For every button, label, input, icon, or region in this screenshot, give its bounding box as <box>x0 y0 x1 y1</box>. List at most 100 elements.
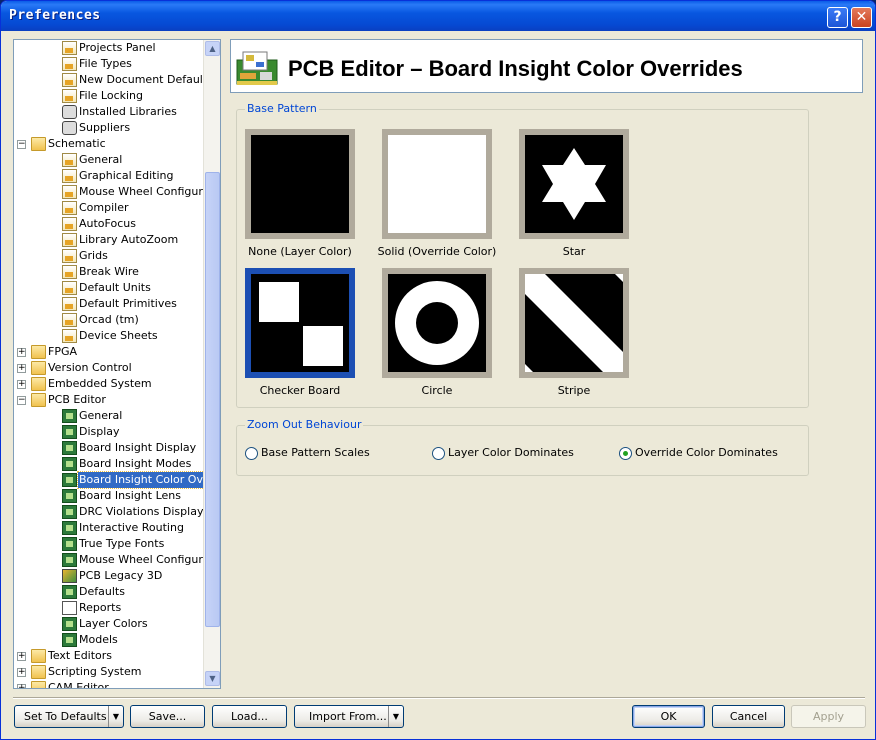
tree-item-label: Mouse Wheel Configuration <box>79 185 221 198</box>
chip-icon <box>62 633 77 647</box>
radio-button[interactable] <box>245 447 258 460</box>
tree-item-label: Graphical Editing <box>79 169 174 182</box>
radio-button[interactable] <box>432 447 445 460</box>
page-icon <box>62 73 77 87</box>
expand-icon[interactable]: + <box>17 652 26 661</box>
close-icon: ✕ <box>855 9 868 25</box>
page-icon <box>62 265 77 279</box>
import-from-button[interactable]: Import From... ▼ <box>294 705 404 728</box>
cancel-label: Cancel <box>729 710 768 723</box>
folder-icon <box>31 137 46 151</box>
expand-icon[interactable]: + <box>17 380 26 389</box>
tree-item-label: PCB Editor <box>48 393 106 406</box>
collapse-icon[interactable]: − <box>17 396 26 405</box>
help-button[interactable]: ? <box>827 7 848 28</box>
pattern-label: Stripe <box>557 384 591 397</box>
tree-item-label: AutoFocus <box>79 217 136 230</box>
chip-icon <box>62 489 77 503</box>
import-from-label: Import From... <box>309 710 387 723</box>
dropdown-arrow-icon[interactable]: ▼ <box>388 706 403 727</box>
load-label: Load... <box>231 710 268 723</box>
tree-item-label: Library AutoZoom <box>79 233 179 246</box>
tree-item-label: True Type Fonts <box>79 537 165 550</box>
chip-icon <box>62 473 77 487</box>
save-label: Save... <box>148 710 187 723</box>
checker-board-swatch <box>251 274 349 372</box>
tree-item-label: Board Insight Color Overrides <box>76 471 220 489</box>
tree-item-label: Scripting System <box>48 665 142 678</box>
page-header: PCB Editor – Board Insight Color Overrid… <box>230 39 863 93</box>
library-icon <box>62 121 77 135</box>
base-pattern-group: Base Pattern None (Layer Color) Solid (Ov… <box>236 102 809 408</box>
pattern-label: Star <box>562 245 586 258</box>
load-button[interactable]: Load... <box>212 705 287 728</box>
pattern-option[interactable] <box>382 268 492 378</box>
scroll-thumb[interactable] <box>205 172 220 627</box>
chip-icon <box>62 553 77 567</box>
folder-icon <box>31 377 46 391</box>
tree-scrollbar[interactable]: ▲ ▼ <box>203 40 220 688</box>
tree-item-label: General <box>79 409 123 422</box>
chip-icon <box>62 505 77 519</box>
preferences-dialog: Preferences ? ✕ Projects Panel File Types… <box>0 0 876 740</box>
title-bar[interactable]: Preferences ? ✕ <box>1 1 875 31</box>
set-to-defaults-button[interactable]: Set To Defaults ▼ <box>14 705 124 728</box>
folder-icon <box>31 393 46 407</box>
apply-button[interactable]: Apply <box>791 705 866 728</box>
zoom-out-legend: Zoom Out Behaviour <box>245 418 364 431</box>
cancel-button[interactable]: Cancel <box>712 705 785 728</box>
page-icon <box>62 217 77 231</box>
page-icon <box>62 233 77 247</box>
tree-item-label: Embedded System <box>48 377 152 390</box>
radio-label: Override Color Dominates <box>635 446 778 459</box>
expand-icon[interactable]: + <box>17 668 26 677</box>
radio-label: Base Pattern Scales <box>261 446 370 459</box>
chip-icon <box>62 409 77 423</box>
page-icon <box>62 41 77 55</box>
page-icon <box>62 281 77 295</box>
pattern-option[interactable] <box>519 129 629 239</box>
tree-item-label: Interactive Routing <box>79 521 184 534</box>
chip-icon <box>62 617 77 631</box>
scroll-down-arrow-icon[interactable]: ▼ <box>205 671 220 686</box>
chip-icon <box>62 441 77 455</box>
chip-icon <box>62 585 77 599</box>
tree-item-label: DRC Violations Display <box>79 505 204 518</box>
pattern-label: Checker Board <box>259 384 341 397</box>
tree-item-label: File Locking <box>79 89 143 102</box>
save-button[interactable]: Save... <box>130 705 205 728</box>
expand-icon[interactable]: + <box>17 348 26 357</box>
tree-item-label: FPGA <box>48 345 78 358</box>
pattern-option[interactable] <box>519 268 629 378</box>
zoom-out-behaviour-group: Zoom Out Behaviour Base Pattern Scales L… <box>236 418 809 476</box>
pattern-option[interactable] <box>245 268 355 378</box>
page-icon <box>62 57 77 71</box>
page-icon <box>62 313 77 327</box>
close-button[interactable]: ✕ <box>851 7 872 28</box>
radio-label: Layer Color Dominates <box>448 446 574 459</box>
expand-icon[interactable]: + <box>17 364 26 373</box>
solid-white-swatch <box>388 135 486 233</box>
preferences-tree[interactable]: Projects Panel File Types New Document Def… <box>13 39 221 689</box>
tree-item-label: Device Sheets <box>79 329 158 342</box>
tree-item-label: Display <box>79 425 120 438</box>
folder-icon <box>31 361 46 375</box>
tree-item-label: Grids <box>79 249 108 262</box>
collapse-icon[interactable]: − <box>17 140 26 149</box>
pattern-option[interactable] <box>245 129 355 239</box>
tree-item-label: File Types <box>79 57 132 70</box>
expand-icon[interactable]: + <box>17 684 26 688</box>
apply-label: Apply <box>812 710 845 723</box>
radio-button[interactable] <box>619 447 632 460</box>
help-icon: ? <box>833 9 842 25</box>
folder-icon <box>31 345 46 359</box>
scroll-up-arrow-icon[interactable]: ▲ <box>205 41 220 56</box>
base-pattern-legend: Base Pattern <box>245 102 319 115</box>
tree-item-label: Default Units <box>79 281 151 294</box>
document-icon <box>62 601 77 615</box>
set-to-defaults-label: Set To Defaults <box>24 710 107 723</box>
pattern-option[interactable] <box>382 129 492 239</box>
ok-button[interactable]: OK <box>632 705 705 728</box>
tree-item-label: CAM Editor <box>48 681 109 689</box>
dropdown-arrow-icon[interactable]: ▼ <box>108 706 123 727</box>
